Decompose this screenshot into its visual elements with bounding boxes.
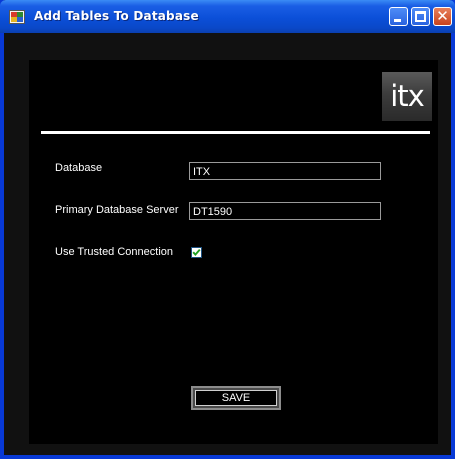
window-title: Add Tables To Database xyxy=(34,9,199,23)
app-icon[interactable] xyxy=(9,10,25,24)
minimize-icon xyxy=(394,19,401,22)
maximize-button[interactable] xyxy=(411,7,430,26)
close-icon: ✕ xyxy=(436,7,449,25)
itx-logo: itx xyxy=(382,72,432,121)
maximize-icon xyxy=(415,11,426,22)
trusted-connection-checkbox[interactable] xyxy=(191,247,202,258)
header-divider xyxy=(41,131,430,134)
save-button[interactable]: SAVE xyxy=(191,386,281,410)
minimize-button[interactable] xyxy=(389,7,408,26)
trusted-connection-label: Use Trusted Connection xyxy=(55,246,174,258)
database-label: Database xyxy=(55,162,103,174)
save-button-label: SAVE xyxy=(195,390,277,406)
title-bar[interactable]: Add Tables To Database ✕ xyxy=(0,0,455,33)
close-button[interactable]: ✕ xyxy=(433,7,452,26)
server-label: Primary Database Server xyxy=(55,204,179,216)
server-input[interactable] xyxy=(189,202,381,220)
database-input[interactable] xyxy=(189,162,381,180)
checkmark-icon xyxy=(192,248,201,257)
